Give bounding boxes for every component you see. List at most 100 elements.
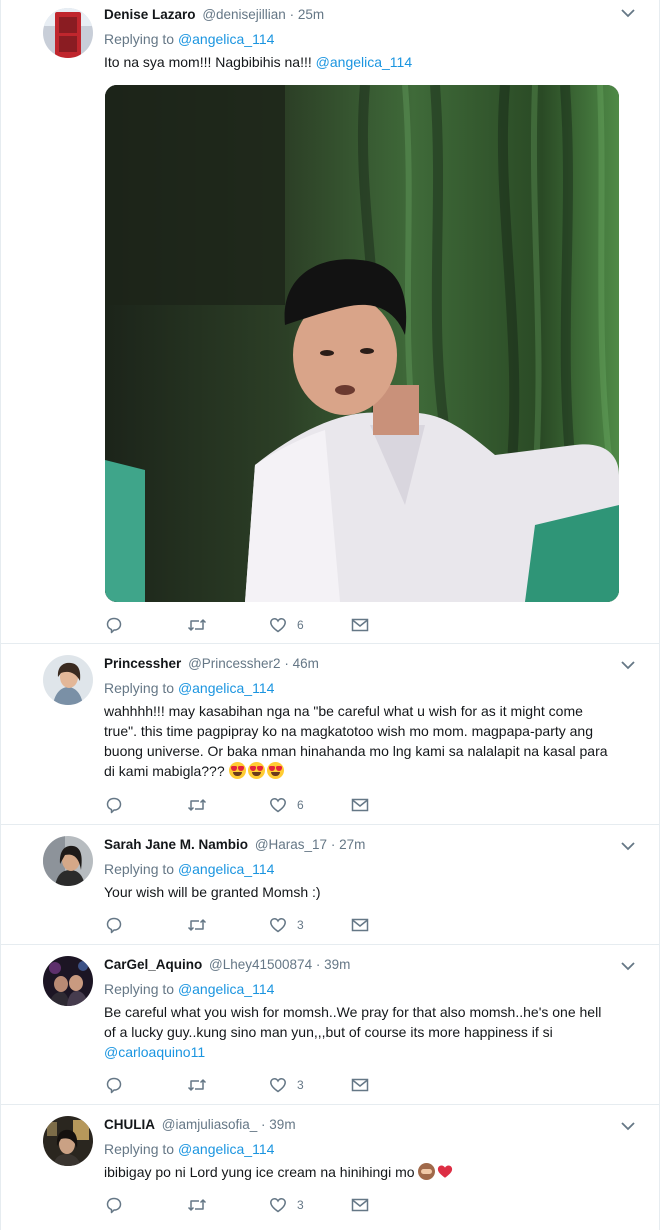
like-count: 3 xyxy=(297,1078,304,1092)
user-handle[interactable]: @Haras_17 xyxy=(255,837,327,852)
replying-to-link[interactable]: @angelica_114 xyxy=(178,861,274,877)
user-handle[interactable]: @Princessher2 xyxy=(188,656,281,671)
separator-dot: · xyxy=(330,837,336,852)
replying-to-label: Replying to xyxy=(104,31,175,47)
chevron-down-icon[interactable] xyxy=(621,660,635,670)
chevron-down-icon[interactable] xyxy=(621,1121,635,1131)
like-button[interactable]: 6 xyxy=(269,615,304,635)
retweet-button[interactable] xyxy=(187,915,207,935)
heart-icon xyxy=(270,1198,286,1213)
chevron-down-icon[interactable] xyxy=(621,8,635,18)
replying-to-link[interactable]: @angelica_114 xyxy=(178,981,274,997)
tweet-text-line: of a lucky guy..kung sino man yun,,,but … xyxy=(104,1024,553,1040)
retweet-icon xyxy=(187,619,207,631)
separator-dot: · xyxy=(315,957,321,972)
retweet-button[interactable] xyxy=(187,615,207,635)
message-button[interactable] xyxy=(351,1195,369,1215)
timestamp[interactable]: 46m xyxy=(293,656,319,671)
envelope-icon xyxy=(351,618,369,632)
reply-button[interactable] xyxy=(105,795,123,815)
heart-eyes-emoji xyxy=(228,762,246,779)
tweet[interactable]: CHULIA @iamjuliasofia_ · 39m Replying to… xyxy=(1,1104,659,1230)
reply-button[interactable] xyxy=(105,1075,123,1095)
tweet-text-line: di kami mabigla??? xyxy=(104,763,229,779)
like-count: 3 xyxy=(297,1198,304,1212)
tweet[interactable]: Sarah Jane M. Nambio @Haras_17 · 27m Rep… xyxy=(1,824,659,945)
display-name[interactable]: CHULIA xyxy=(104,1117,155,1132)
tweet-text: Ito na sya mom!!! Nagbibihis na!!! xyxy=(104,54,316,70)
display-name[interactable]: Princessher xyxy=(104,656,181,671)
avatar[interactable] xyxy=(43,956,93,1006)
timestamp[interactable]: 39m xyxy=(269,1117,295,1132)
display-name[interactable]: CarGel_Aquino xyxy=(104,957,202,972)
tweet-text: Your wish will be granted Momsh :) xyxy=(104,884,321,900)
chevron-down-icon[interactable] xyxy=(621,961,635,971)
tweet-text-line: wahhhh!!! may kasabihan nga na "be caref… xyxy=(104,703,583,719)
tweet[interactable]: CarGel_Aquino @Lhey41500874 · 39m Replyi… xyxy=(1,944,659,1105)
replying-to-label: Replying to xyxy=(104,1141,175,1157)
display-name[interactable]: Denise Lazaro xyxy=(104,7,196,22)
timestamp[interactable]: 25m xyxy=(298,7,324,22)
replying-to-link[interactable]: @angelica_114 xyxy=(178,680,274,696)
mention-link[interactable]: @carloaquino11 xyxy=(104,1042,639,1062)
envelope-icon xyxy=(351,1078,369,1092)
chevron-down-icon[interactable] xyxy=(621,841,635,851)
like-count: 3 xyxy=(297,918,304,932)
envelope-icon xyxy=(351,798,369,812)
tweet-text-line: buong universe. Or baka nman hinahanda m… xyxy=(104,743,608,759)
timestamp[interactable]: 39m xyxy=(324,957,350,972)
tweet-text-line: true". this time pagpipray ko na magkato… xyxy=(104,723,593,739)
heart-eyes-emoji xyxy=(247,762,265,779)
retweet-button[interactable] xyxy=(187,1195,207,1215)
tweet[interactable]: Denise Lazaro @denisejillian · 25m Reply… xyxy=(1,0,659,644)
timeline: Denise Lazaro @denisejillian · 25m Reply… xyxy=(0,0,660,1230)
separator-dot: · xyxy=(261,1117,266,1132)
avatar[interactable] xyxy=(43,8,93,58)
tweet[interactable]: Princessher @Princessher2 · 46m Replying… xyxy=(1,643,659,825)
reply-icon xyxy=(106,1077,122,1094)
tweet-text: ibibigay po ni Lord yung ice cream na hi… xyxy=(104,1164,419,1180)
message-button[interactable] xyxy=(351,795,369,815)
reply-button[interactable] xyxy=(105,615,123,635)
retweet-icon xyxy=(187,919,207,931)
see-no-evil-monkey-emoji xyxy=(418,1163,436,1180)
reply-button[interactable] xyxy=(105,1195,123,1215)
avatar[interactable] xyxy=(43,1116,93,1166)
video-media[interactable] xyxy=(105,85,619,602)
display-name[interactable]: Sarah Jane M. Nambio xyxy=(104,837,248,852)
message-button[interactable] xyxy=(351,615,369,635)
message-button[interactable] xyxy=(351,1075,369,1095)
like-button[interactable]: 3 xyxy=(269,1195,304,1215)
user-handle[interactable]: @denisejillian xyxy=(202,7,286,22)
like-count: 6 xyxy=(297,618,304,632)
retweet-icon xyxy=(187,1079,207,1091)
separator-dot: · xyxy=(289,7,295,22)
replying-to-link[interactable]: @angelica_114 xyxy=(178,31,274,47)
avatar[interactable] xyxy=(43,836,93,886)
retweet-button[interactable] xyxy=(187,1075,207,1095)
separator-dot: · xyxy=(284,656,289,671)
heart-icon xyxy=(270,918,286,933)
replying-to-label: Replying to xyxy=(104,680,175,696)
user-handle[interactable]: @Lhey41500874 xyxy=(209,957,312,972)
mention-link[interactable]: @angelica_114 xyxy=(316,54,412,70)
like-button[interactable]: 3 xyxy=(269,1075,304,1095)
reply-icon xyxy=(106,797,122,814)
user-handle[interactable]: @iamjuliasofia_ xyxy=(162,1117,258,1132)
envelope-icon xyxy=(351,918,369,932)
avatar[interactable] xyxy=(43,655,93,705)
retweet-icon xyxy=(187,1199,207,1211)
replying-to-link[interactable]: @angelica_114 xyxy=(178,1141,274,1157)
reply-icon xyxy=(106,617,122,634)
message-button[interactable] xyxy=(351,915,369,935)
heart-eyes-emoji xyxy=(266,762,284,779)
like-button[interactable]: 3 xyxy=(269,915,304,935)
like-button[interactable]: 6 xyxy=(269,795,304,815)
envelope-icon xyxy=(351,1198,369,1212)
reply-icon xyxy=(106,917,122,934)
reply-button[interactable] xyxy=(105,915,123,935)
retweet-button[interactable] xyxy=(187,795,207,815)
timestamp[interactable]: 27m xyxy=(339,837,365,852)
like-count: 6 xyxy=(297,798,304,812)
heart-icon xyxy=(270,798,286,813)
